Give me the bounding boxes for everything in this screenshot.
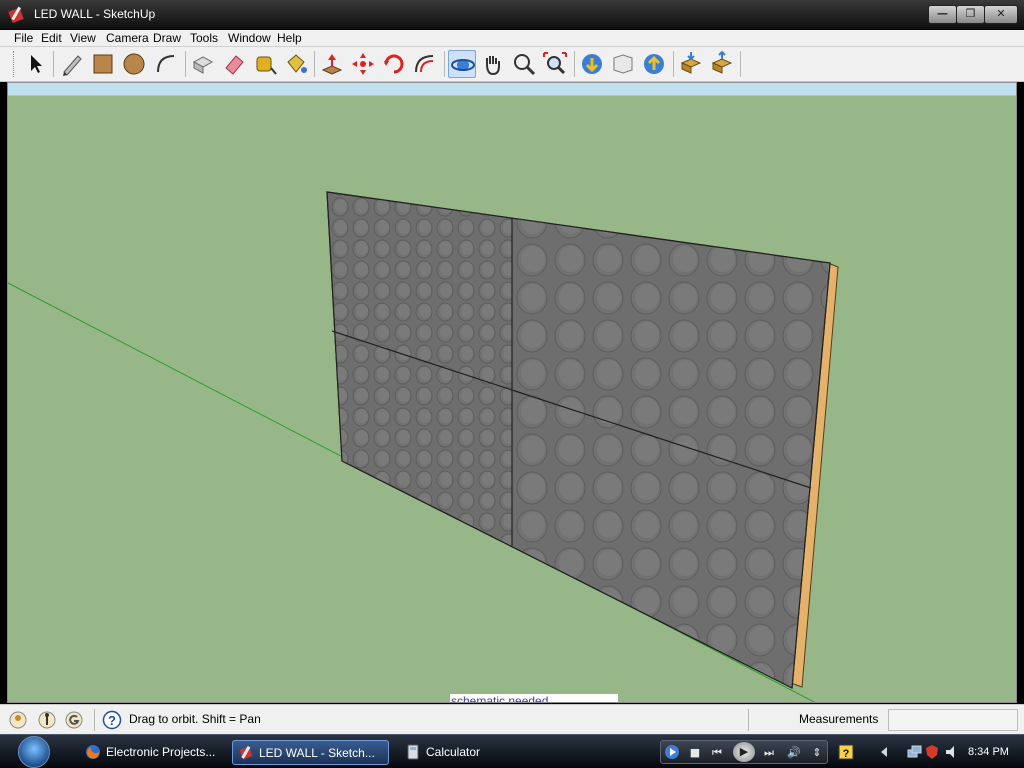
sketchup-window: LED WALL - SketchUp — ❐ ✕ File Edit View… xyxy=(0,0,1024,768)
taskbar-item-calculator[interactable]: Calculator xyxy=(400,740,520,765)
pan-icon[interactable] xyxy=(479,50,507,78)
status-message: Drag to orbit. Shift = Pan xyxy=(129,712,261,726)
play-icon[interactable]: ▶ xyxy=(733,742,755,762)
network-icon[interactable] xyxy=(906,744,922,760)
toolbar-separator xyxy=(53,51,54,77)
rotate-icon[interactable] xyxy=(380,50,408,78)
maximize-button[interactable]: ❐ xyxy=(956,5,985,24)
taskbar-item-label: LED WALL - Sketch... xyxy=(259,746,375,760)
window-title: LED WALL - SketchUp xyxy=(34,7,156,21)
status-separator xyxy=(748,709,749,731)
taskbar-item-label: Electronic Projects... xyxy=(106,745,216,759)
upload-icon[interactable] xyxy=(640,50,668,78)
orbit-icon[interactable] xyxy=(448,50,476,78)
make-component-icon[interactable] xyxy=(189,50,217,78)
measurements-label: Measurements xyxy=(799,712,879,726)
media-player-toolbar: ■ ⏮ ▶ ⏭ 🔊 ⇕ xyxy=(660,740,828,764)
svg-text:?: ? xyxy=(843,748,850,760)
led-panel-left xyxy=(327,192,512,546)
circle-icon[interactable] xyxy=(120,50,148,78)
zoom-extents-icon[interactable] xyxy=(541,50,569,78)
taskbar-item-firefox[interactable]: Electronic Projects... xyxy=(80,740,225,765)
menu-tools[interactable]: Tools xyxy=(190,31,218,45)
start-button[interactable] xyxy=(18,736,50,768)
menu-help[interactable]: Help xyxy=(277,31,302,45)
credits-icon[interactable] xyxy=(37,710,57,730)
model-scene xyxy=(8,191,839,702)
menu-camera[interactable]: Camera xyxy=(106,31,149,45)
note-label[interactable]: schematic needed xyxy=(450,694,618,702)
stop-icon[interactable]: ■ xyxy=(689,744,701,761)
next-icon[interactable]: ⏭ xyxy=(759,744,779,761)
close-button[interactable]: ✕ xyxy=(984,5,1018,24)
toolbar-grip[interactable] xyxy=(13,51,16,77)
push-pull-icon[interactable] xyxy=(318,50,346,78)
taskbar: Electronic Projects... LED WALL - Sketch… xyxy=(0,734,1024,768)
menu-bar: File Edit View Camera Draw Tools Window … xyxy=(0,30,1024,47)
led-panel-right xyxy=(512,218,830,688)
menu-view[interactable]: View xyxy=(70,31,96,45)
get-models-icon[interactable] xyxy=(578,50,606,78)
3d-viewport[interactable]: schematic needed xyxy=(7,82,1017,703)
media-player-icon[interactable] xyxy=(664,744,680,760)
offset-icon[interactable] xyxy=(411,50,439,78)
toolbar-separator xyxy=(673,51,674,77)
geo-location-icon[interactable] xyxy=(8,710,28,730)
previous-icon[interactable]: ⏮ xyxy=(707,744,727,761)
taskbar-item-label: Calculator xyxy=(426,745,481,759)
taskbar-item-sketchup[interactable]: LED WALL - Sketch... xyxy=(232,740,389,765)
toolbar-separator xyxy=(740,51,741,77)
status-separator xyxy=(94,709,95,731)
title-bar: LED WALL - SketchUp — ❐ ✕ xyxy=(0,0,1024,30)
speaker-icon[interactable] xyxy=(944,744,960,760)
menu-window[interactable]: Window xyxy=(228,31,271,45)
toolbar-separator xyxy=(574,51,575,77)
paint-bucket-icon[interactable] xyxy=(282,50,310,78)
show-hidden-icons[interactable] xyxy=(876,744,892,760)
clock[interactable]: 8:34 PM xyxy=(968,746,1009,758)
get-component-icon[interactable] xyxy=(677,50,705,78)
main-toolbar xyxy=(0,47,1024,82)
toolbar-separator xyxy=(444,51,445,77)
svg-text:?: ? xyxy=(108,713,116,728)
share-model-icon[interactable] xyxy=(609,50,637,78)
pencil-icon[interactable] xyxy=(58,50,86,78)
menu-edit[interactable]: Edit xyxy=(41,31,62,45)
status-bar: ? Drag to orbit. Shift = Pan Measurement… xyxy=(0,704,1024,734)
minimize-button[interactable]: — xyxy=(928,5,957,24)
share-component-icon[interactable] xyxy=(708,50,736,78)
restore-player-icon[interactable]: ⇕ xyxy=(811,744,823,761)
help-icon[interactable]: ? xyxy=(102,710,122,730)
sketchup-icon xyxy=(239,745,253,760)
rectangle-icon[interactable] xyxy=(89,50,117,78)
menu-file[interactable]: File xyxy=(14,31,33,45)
eraser-icon[interactable] xyxy=(220,50,248,78)
toolbar-separator xyxy=(314,51,315,77)
measurements-input[interactable] xyxy=(888,709,1018,731)
google-sign-in-icon[interactable] xyxy=(64,710,84,730)
calculator-icon xyxy=(407,744,419,760)
security-alert-icon[interactable] xyxy=(924,744,940,760)
sketchup-app-icon xyxy=(8,6,24,24)
toolbar-separator xyxy=(185,51,186,77)
firefox-icon xyxy=(86,745,100,759)
arc-icon[interactable] xyxy=(152,50,180,78)
volume-icon[interactable]: 🔊 xyxy=(783,744,805,761)
tape-measure-icon[interactable] xyxy=(251,50,279,78)
menu-draw[interactable]: Draw xyxy=(153,31,181,45)
move-icon[interactable] xyxy=(349,50,377,78)
select-icon[interactable] xyxy=(22,50,50,78)
zoom-icon[interactable] xyxy=(510,50,538,78)
help-tray-icon[interactable]: ? xyxy=(838,744,854,760)
